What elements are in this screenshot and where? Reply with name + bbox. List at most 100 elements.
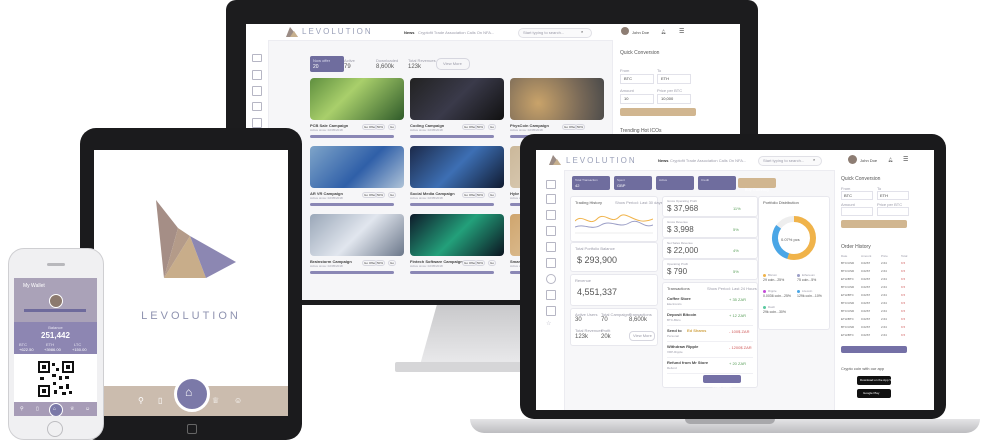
period-filter[interactable]: Show Period: Last 24 Hours xyxy=(707,286,757,291)
campaign-card[interactable]: Brainstorm Campaign Active since: 02/05/2… xyxy=(310,214,404,278)
news-text[interactable]: Cryptofit Trade Association Calls On NFA… xyxy=(670,158,746,163)
campaign-tag[interactable]: 50% xyxy=(375,260,386,266)
table-icon[interactable] xyxy=(546,306,556,316)
campaign-card[interactable]: PhysCoin Campaign Active since: 02/05/201… xyxy=(510,78,604,142)
files-icon[interactable] xyxy=(546,258,556,268)
load-more-button[interactable]: Load More xyxy=(703,375,741,389)
briefcase-icon[interactable] xyxy=(252,102,262,111)
campaign-card[interactable]: Fintech Software Campaign Active since: 0… xyxy=(410,214,504,278)
user-name[interactable]: John Doe xyxy=(860,158,877,163)
home-icon[interactable]: ⌂ xyxy=(49,403,63,416)
home-icon[interactable]: ⌂ xyxy=(174,376,210,412)
campaign-tag[interactable]: 50% xyxy=(475,124,486,130)
wallet-icon[interactable] xyxy=(252,54,262,62)
legend-item: Litecoin 129k coin...10% xyxy=(797,289,829,303)
document-icon[interactable] xyxy=(546,226,556,236)
news-text[interactable]: Cryptofit Trade Association Calls On NFA… xyxy=(418,30,494,35)
avatar[interactable] xyxy=(848,155,857,164)
stat-active[interactable]: Now offer 20 xyxy=(310,56,344,72)
campaign-tag[interactable]: 50% xyxy=(575,124,586,130)
campaign-tag[interactable]: 50% xyxy=(475,260,486,266)
transaction-row[interactable]: Refund from Mr Store Refund + 20 ZAR xyxy=(667,359,753,374)
legend-name: Dash xyxy=(768,305,776,309)
view-more-button[interactable]: View More xyxy=(436,58,470,70)
campaign-card[interactable]: Social Media Campaign Active since: 02/05… xyxy=(410,146,504,210)
campaign-tag[interactable]: Go xyxy=(488,124,497,130)
campaign-tag[interactable]: Go xyxy=(388,192,397,198)
from-select[interactable]: BTC xyxy=(620,74,654,84)
search-input[interactable]: Start typing to search... ⌕ xyxy=(518,28,592,38)
user-icon[interactable]: ☺ xyxy=(234,396,242,405)
order-cell: 0.0267 xyxy=(861,333,871,337)
document-icon[interactable] xyxy=(252,118,262,128)
avatar[interactable] xyxy=(49,294,63,308)
list-icon[interactable] xyxy=(546,194,556,204)
campaign-tag[interactable]: 50% xyxy=(375,124,386,130)
bookmark-icon[interactable]: ▯ xyxy=(158,396,162,405)
campaign-card[interactable]: PCB Sale Campaign Active since: 02/05/201… xyxy=(310,78,404,142)
transaction-row[interactable]: Coffee Store Electronics + 35 ZAR xyxy=(667,295,753,310)
from-select[interactable]: BTC xyxy=(841,191,873,200)
user-icon[interactable]: ☺ xyxy=(85,406,90,412)
trophy-icon[interactable]: ♕ xyxy=(212,396,219,405)
order-cell: 2.64 xyxy=(881,325,887,329)
location-icon[interactable]: ⚲ xyxy=(138,396,144,405)
avatar[interactable] xyxy=(621,27,629,35)
order-cell: ETH/BTC xyxy=(841,293,854,297)
campaign-card[interactable]: AR VR Campaign Active since: 02/05/2018 Go… xyxy=(310,146,404,210)
load-more-button[interactable]: Load More xyxy=(841,346,907,360)
bookmark-icon[interactable]: ▯ xyxy=(36,406,39,412)
transfer-now-button[interactable]: Transfer Now xyxy=(620,108,696,122)
view-more-button[interactable]: View More xyxy=(629,331,655,341)
campaign-tag[interactable]: 50% xyxy=(375,192,386,198)
wallet-icon[interactable] xyxy=(546,180,556,189)
transfer-now-button[interactable]: Transfer Now xyxy=(841,220,907,234)
grid-icon[interactable] xyxy=(546,242,556,252)
transaction-category: Refund xyxy=(667,366,677,370)
chart-icon[interactable] xyxy=(546,210,556,220)
campaign-image xyxy=(410,214,504,256)
list-icon[interactable] xyxy=(252,70,262,80)
summary-tile[interactable]: Credit xyxy=(698,176,736,190)
to-select[interactable]: ETH xyxy=(657,74,691,84)
summary-tile[interactable]: Spent GBP xyxy=(614,176,652,190)
qr-code-icon[interactable] xyxy=(37,360,75,398)
amount-input[interactable]: 10 xyxy=(620,94,654,104)
edit-icon[interactable] xyxy=(546,290,556,300)
summary-tile[interactable]: Active xyxy=(656,176,694,190)
transaction-row[interactable]: Withdraw Ripple XRP-Ripple - 1200$ ZAR xyxy=(667,343,753,358)
summary-tile[interactable]: Total Transaction 42 xyxy=(572,176,610,190)
transaction-row[interactable]: Deposit Bitcoin BTC-Bitco + 12 ZAR xyxy=(667,311,753,326)
bell-icon[interactable]: 🔔︎ xyxy=(888,157,893,162)
buy-currency-button[interactable]: Buy Currency xyxy=(738,178,776,192)
search-icon[interactable]: ⌕ xyxy=(813,157,815,162)
bell-icon[interactable]: 🔔︎ xyxy=(661,29,666,34)
menu-icon[interactable]: ☰ xyxy=(903,156,908,163)
campaign-tag[interactable]: Go xyxy=(488,260,497,266)
period-filter[interactable]: Show Period: Last 30 days xyxy=(615,200,663,205)
campaign-tag[interactable]: Go xyxy=(388,260,397,266)
news-label: News xyxy=(658,158,669,163)
price-input[interactable]: 10,000 xyxy=(657,94,691,104)
campaign-date: Active since: 02/05/2018 xyxy=(310,196,343,200)
campaign-tag[interactable]: 50% xyxy=(475,192,486,198)
campaign-card[interactable]: Coding Campaign Active since: 02/05/2018 G… xyxy=(410,78,504,142)
to-select[interactable]: ETH xyxy=(877,191,909,200)
menu-icon[interactable]: ☰ xyxy=(679,28,684,35)
star-icon[interactable]: ☆ xyxy=(546,320,551,327)
transaction-row[interactable]: Send to Ed Shams Personal - 100$ ZAR xyxy=(667,327,753,342)
trophy-icon[interactable]: ♕ xyxy=(70,406,74,412)
users-icon[interactable] xyxy=(546,274,556,284)
app-store-button[interactable]: Download on the App Store xyxy=(857,376,897,385)
campaign-tag[interactable]: Go xyxy=(388,124,397,130)
location-icon[interactable]: ⚲ xyxy=(20,406,24,412)
amount-input[interactable] xyxy=(841,207,873,216)
google-play-button[interactable]: Google Play xyxy=(857,389,891,398)
price-input[interactable] xyxy=(877,207,909,216)
campaign-tag[interactable]: Go xyxy=(488,192,497,198)
transaction-name: Refund from Mr Store xyxy=(667,360,709,365)
user-name[interactable]: John Doe xyxy=(632,30,649,35)
chart-icon[interactable] xyxy=(252,86,262,96)
search-input[interactable]: Start typing to search... ⌕ xyxy=(758,156,822,166)
search-icon[interactable]: ⌕ xyxy=(581,29,583,34)
